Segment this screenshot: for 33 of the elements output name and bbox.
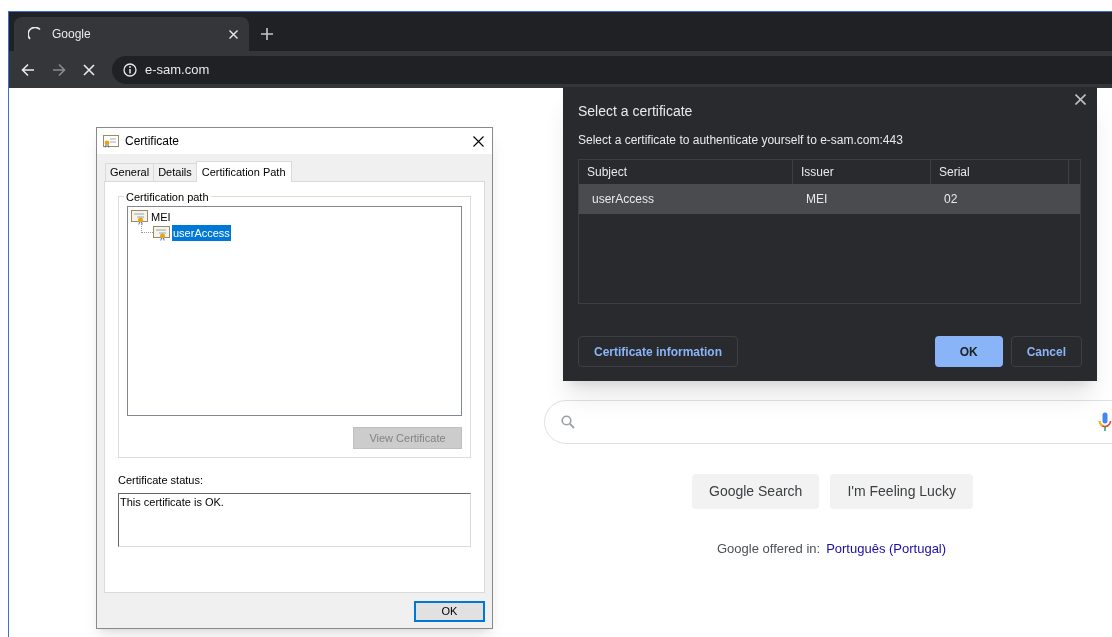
table-row[interactable]: userAccess MEI 02 bbox=[579, 184, 1080, 214]
url-text: e-sam.com bbox=[145, 60, 210, 79]
address-bar[interactable]: e-sam.com bbox=[112, 55, 1112, 84]
tree-item[interactable]: MEI bbox=[150, 208, 172, 226]
status-label: Certificate status: bbox=[118, 473, 204, 488]
dialog-button[interactable]: Cancel bbox=[1010, 336, 1082, 367]
info-icon[interactable] bbox=[123, 62, 137, 77]
certificate-icon bbox=[153, 225, 171, 241]
dialog-button[interactable]: Certificate information bbox=[578, 336, 738, 367]
stop-icon[interactable] bbox=[83, 63, 95, 76]
certificate-icon bbox=[131, 209, 149, 225]
tree-item[interactable]: userAccess bbox=[172, 224, 231, 242]
status-text-box: This certificate is OK. bbox=[118, 492, 471, 547]
window-title: Certificate bbox=[125, 133, 181, 150]
certificate-icon bbox=[103, 134, 119, 148]
close-icon[interactable] bbox=[473, 135, 484, 147]
ok-button[interactable]: OK bbox=[414, 601, 485, 622]
dialog-button[interactable]: OK bbox=[934, 336, 1003, 367]
search-page-button[interactable]: Google Search bbox=[692, 474, 820, 509]
search-page-button[interactable]: I'm Feeling Lucky bbox=[830, 474, 973, 509]
new-tab-icon[interactable] bbox=[261, 28, 273, 40]
browser-tab[interactable]: Google bbox=[14, 17, 249, 51]
dialog-message: Select a certificate to authenticate yourself to e-sam.com:443 bbox=[578, 132, 904, 149]
language-label: Google offered in: bbox=[717, 540, 821, 558]
close-tab-icon[interactable] bbox=[229, 29, 238, 39]
back-icon[interactable] bbox=[21, 62, 35, 77]
dialog-title: Select a certificate bbox=[578, 102, 693, 121]
language-link[interactable]: Português (Portugal) bbox=[826, 539, 947, 559]
forward-icon[interactable] bbox=[52, 62, 66, 77]
dialog-tab[interactable]: Certification Path bbox=[195, 161, 292, 182]
dialog-tab[interactable]: General bbox=[105, 163, 155, 181]
search-icon bbox=[561, 415, 575, 429]
microphone-icon[interactable] bbox=[1098, 412, 1112, 432]
